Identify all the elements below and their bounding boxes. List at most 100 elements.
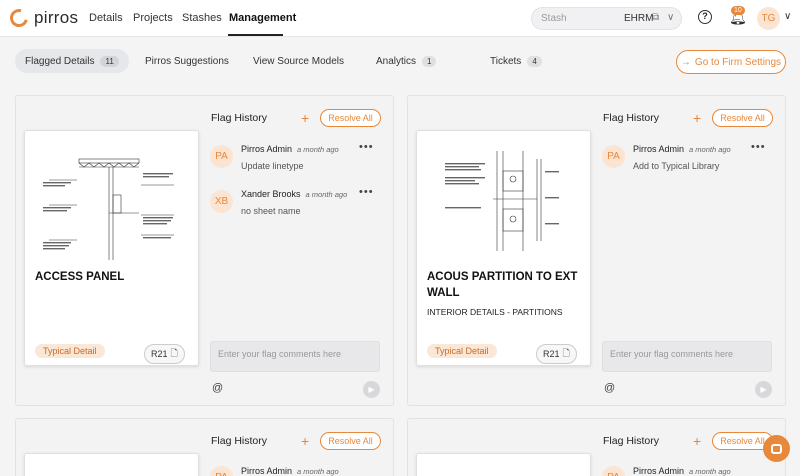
user-menu-chevron-icon[interactable]: ∨ [784, 11, 791, 22]
flag-history-heading: Flag History [603, 112, 660, 124]
app-name: pirros [34, 8, 79, 27]
tab-label: View Source Models [253, 55, 344, 67]
resolve-all-button[interactable]: Resolve All [320, 432, 381, 450]
flag-author-name: Pirros Admin [633, 466, 685, 476]
sheet-icon: 🗋︎ [170, 348, 178, 358]
tab-analytics[interactable]: Analytics 1 [376, 49, 437, 73]
resolve-all-button[interactable]: Resolve All [712, 109, 773, 127]
flag-author: Pirros Admin a month ago [241, 144, 339, 154]
revision-badge[interactable]: R21 🗋︎ [144, 344, 185, 364]
send-icon[interactable]: ▶ [755, 381, 772, 398]
flag-history-heading: Flag History [211, 112, 268, 124]
nav-management[interactable]: Management [229, 12, 296, 24]
flag-author-name: Pirros Admin [241, 144, 293, 154]
flag-author-name: Pirros Admin [241, 466, 293, 476]
flag-time: a month ago [297, 145, 339, 154]
more-options-icon[interactable]: ••• [359, 141, 374, 153]
flag-time: a month ago [297, 467, 339, 476]
tab-label: Analytics [376, 55, 417, 67]
tab-count: 11 [100, 55, 119, 67]
resolve-all-button[interactable]: Resolve All [320, 109, 381, 127]
flag-comment-input[interactable]: Enter your flag comments here [210, 341, 380, 372]
pirros-logo-icon [6, 5, 32, 31]
flagged-detail-card: ACCESS PANEL Typical Detail R21 🗋︎ Flag … [15, 95, 394, 406]
more-options-icon[interactable]: ••• [359, 186, 374, 198]
flag-author: Pirros Admin a month ago [633, 466, 731, 476]
add-flag-icon[interactable]: + [301, 111, 309, 125]
chat-launcher-button[interactable] [763, 435, 790, 462]
nav-projects[interactable]: Projects [133, 12, 173, 24]
flag-author: Pirros Admin a month ago [241, 466, 339, 476]
flag-message: Add to Typical Library [633, 161, 720, 171]
flag-author-avatar: PA [210, 466, 233, 476]
management-subtabs: Flagged Details 11 Pirros Suggestions Vi… [0, 38, 800, 86]
mention-icon[interactable]: @ [212, 382, 223, 394]
flag-author: Pirros Admin a month ago [633, 144, 731, 154]
chat-icon [771, 443, 782, 454]
user-avatar[interactable]: TG [757, 7, 780, 30]
go-to-firm-settings-button[interactable]: → Go to Firm Settings [676, 50, 786, 74]
external-link-icon[interactable]: ⧉ [652, 12, 659, 23]
notification-count-badge: 10 [731, 6, 745, 15]
tab-label: Tickets [490, 55, 522, 67]
detail-preview[interactable]: ACOUS PARTITION TO EXT WALL INTERIOR DET… [416, 130, 591, 366]
top-nav: pirros Details Projects Stashes Manageme… [0, 0, 800, 37]
flag-author-avatar: PA [602, 466, 625, 476]
flag-time: a month ago [305, 190, 348, 199]
flag-history-heading: Flag History [211, 435, 268, 447]
flagged-detail-card: ACOUS PARTITION TO EXT WALL INTERIOR DET… [407, 95, 786, 406]
flag-message: Update linetype [241, 161, 304, 171]
typical-detail-badge: Typical Detail [35, 344, 105, 358]
tab-view-source-models[interactable]: View Source Models [253, 49, 344, 73]
app-logo[interactable]: pirros [6, 5, 79, 31]
detail-drawing-thumbnail [43, 158, 174, 260]
nav-active-indicator [228, 34, 283, 36]
flag-time: a month ago [689, 467, 731, 476]
typical-detail-badge: Typical Detail [427, 344, 497, 358]
add-flag-icon[interactable]: + [693, 111, 701, 125]
revision-badge[interactable]: R21 🗋︎ [536, 344, 577, 364]
flag-author-name: Xander Brooks [241, 189, 301, 199]
add-flag-icon[interactable]: + [693, 434, 701, 448]
detail-preview[interactable] [24, 453, 199, 476]
mention-icon[interactable]: @ [604, 382, 615, 394]
detail-preview[interactable]: ACCESS PANEL Typical Detail R21 🗋︎ [24, 130, 199, 366]
arrow-right-icon: → [680, 56, 691, 68]
chevron-down-icon[interactable]: ∨ [667, 12, 674, 23]
flagged-detail-card: Flag History + Resolve All PA Pirros Adm… [407, 418, 786, 476]
tab-label: Flagged Details [25, 55, 95, 67]
detail-category: INTERIOR DETAILS - PARTITIONS [427, 307, 563, 317]
flag-history-heading: Flag History [603, 435, 660, 447]
send-icon[interactable]: ▶ [363, 381, 380, 398]
detail-drawing-thumbnail [445, 151, 559, 251]
tab-label: Pirros Suggestions [145, 55, 229, 67]
nav-stashes[interactable]: Stashes [182, 12, 222, 24]
detail-title: ACOUS PARTITION TO EXT WALL [427, 271, 578, 299]
firm-settings-label: Go to Firm Settings [694, 56, 782, 68]
flag-author-avatar: PA [210, 145, 233, 168]
flag-author: Xander Brooks a month ago [241, 189, 347, 199]
tab-count: 1 [422, 55, 437, 67]
nav-details[interactable]: Details [89, 12, 123, 24]
sheet-icon: 🗋︎ [562, 348, 570, 358]
flag-author-avatar: XB [210, 190, 233, 213]
flag-time: a month ago [689, 145, 731, 154]
flag-message: no sheet name [241, 206, 301, 216]
help-icon[interactable]: ? [698, 10, 712, 24]
flag-comment-input[interactable]: Enter your flag comments here [602, 341, 772, 372]
add-flag-icon[interactable]: + [301, 434, 309, 448]
tab-flagged-details[interactable]: Flagged Details 11 [15, 49, 129, 73]
flag-author-name: Pirros Admin [633, 144, 685, 154]
stash-placeholder: Stash [541, 13, 567, 24]
detail-preview[interactable] [416, 453, 591, 476]
tab-pirros-suggestions[interactable]: Pirros Suggestions [145, 49, 229, 73]
flag-author-avatar: PA [602, 145, 625, 168]
detail-title: ACCESS PANEL [35, 271, 125, 283]
revision-label: R21 [151, 349, 168, 359]
tab-count: 4 [527, 55, 542, 67]
stash-selector[interactable]: Stash EHRM ⧉ ∨ [531, 7, 682, 30]
more-options-icon[interactable]: ••• [751, 141, 766, 153]
tab-tickets[interactable]: Tickets 4 [490, 49, 542, 73]
revision-label: R21 [543, 349, 560, 359]
flagged-detail-card: Flag History + Resolve All PA Pirros Adm… [15, 418, 394, 476]
